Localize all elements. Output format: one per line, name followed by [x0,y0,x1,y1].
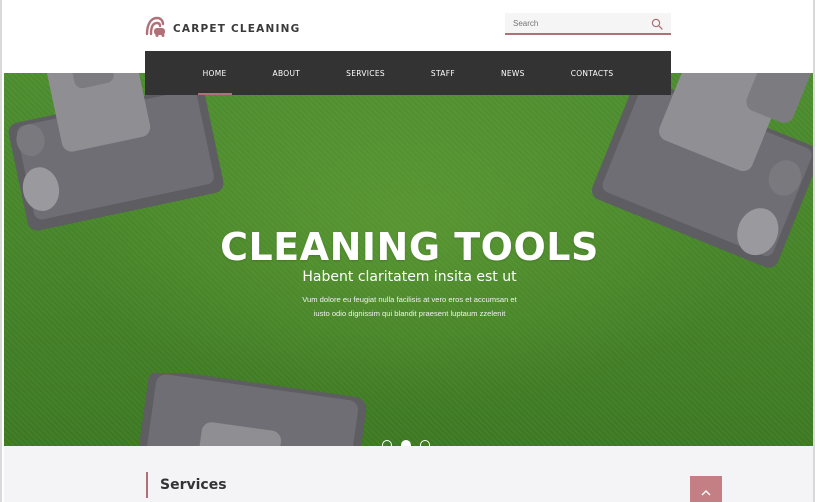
services-section: Services [4,446,813,502]
nav-services[interactable]: SERVICES [329,51,402,95]
logo-text: CARPET CLEANING [173,22,301,35]
logo[interactable]: CARPET CLEANING [143,14,300,43]
nav-staff[interactable]: STAFF [414,51,472,95]
main-nav: HOME ABOUT SERVICES STAFF NEWS CONTACTS [145,51,671,95]
nav-about[interactable]: ABOUT [256,51,318,95]
page-frame: CARPET CLEANING Search CLEANING TOOLS Ha… [0,0,815,502]
nav-news[interactable]: NEWS [484,51,542,95]
hero-title: CLEANING TOOLS [220,225,599,269]
nav-contacts[interactable]: CONTACTS [554,51,631,95]
hero-description-line: Vum dolore eu feugiat nulla facilisis at… [302,295,517,304]
hero-description-line: iusto odio dignissim qui blandit praesen… [313,309,506,318]
hero-description: Vum dolore eu feugiat nulla facilisis at… [279,293,540,321]
chevron-up-icon [701,484,711,502]
scroll-to-top-button[interactable] [690,476,722,502]
vacuum-head-image [8,73,224,231]
nav-home[interactable]: HOME [186,51,244,95]
search-input[interactable] [505,13,645,34]
vacuum-logo-icon [143,14,167,43]
hero-slider: CLEANING TOOLS Habent claritatem insita … [4,73,813,446]
section-title: Services [146,472,227,498]
vacuum-head-image [134,373,367,446]
hero-subtitle: Habent claritatem insita est ut [302,269,517,285]
search-box [505,13,671,35]
search-icon[interactable] [651,17,663,35]
